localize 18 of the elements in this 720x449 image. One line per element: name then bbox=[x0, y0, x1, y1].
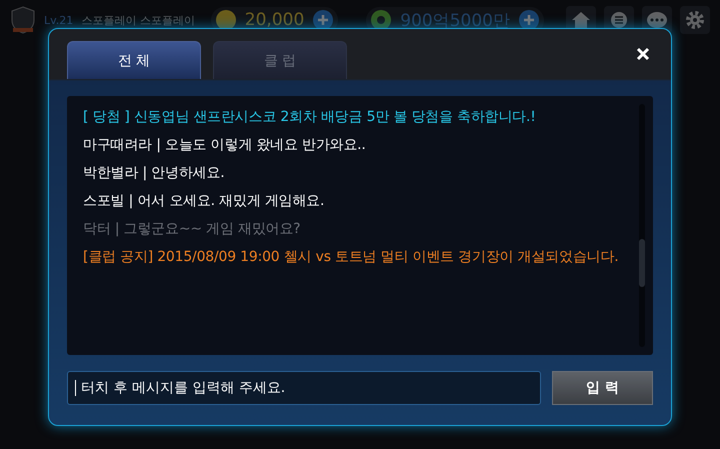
player-name: 스포플레이 스포플레이 bbox=[81, 12, 195, 28]
chat-message: 박한별라 | 안녕하세요. bbox=[83, 164, 226, 183]
chat-message: 닥터 | 그렇군요~~ 게임 재밌어요? bbox=[83, 220, 302, 239]
chat-message: 마구때려라 | 오늘도 이렇게 왔네요 반가와요.. bbox=[83, 136, 367, 155]
shield-emblem-icon bbox=[10, 6, 36, 34]
chat-message: 스포빌 | 어서 오세요. 재밌게 게임해요. bbox=[83, 192, 326, 211]
chat-message: [클럽 공지] 2015/08/09 19:00 첼시 vs 토트넘 멀티 이벤트 경기장이 개설되었습니다. bbox=[83, 248, 620, 267]
chat-message: [ 당첨 ] 신동엽님 샌프란시스코 2회차 배당금 5만 볼 당첨을 축하합니다.! bbox=[83, 108, 537, 127]
coin-balance: 20,000 bbox=[244, 10, 304, 30]
coin-icon bbox=[214, 9, 237, 31]
ball-balance: 900억5000만 bbox=[400, 10, 510, 32]
send-button[interactable]: 입 력 bbox=[552, 371, 653, 405]
tab[interactable]: 전 체 bbox=[67, 41, 201, 79]
text-cursor bbox=[75, 380, 76, 396]
scrollbar-thumb[interactable] bbox=[639, 239, 645, 287]
player-level: Lv.21 bbox=[44, 14, 74, 26]
settings-icon[interactable] bbox=[680, 6, 710, 34]
message-input[interactable]: 터치 후 메시지를 입력해 주세요. bbox=[67, 371, 541, 405]
